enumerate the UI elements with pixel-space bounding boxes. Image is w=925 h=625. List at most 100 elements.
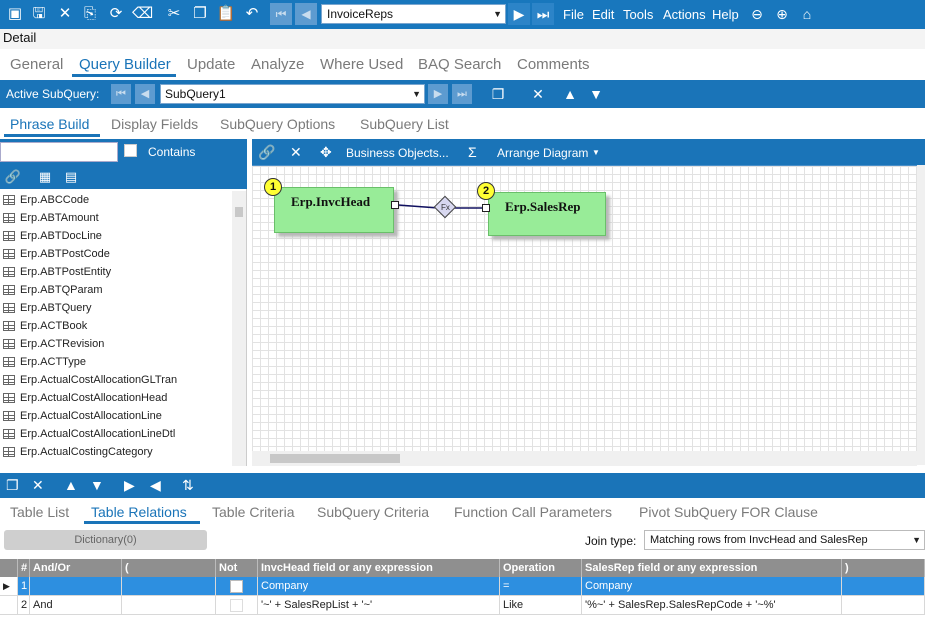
delete-icon[interactable]: ✕ — [32, 476, 44, 494]
join-type-select[interactable]: Matching rows from InvcHead and SalesRep… — [644, 530, 925, 550]
col-header-rparen[interactable]: ) — [842, 559, 925, 577]
delete-icon[interactable]: ✕ — [55, 4, 75, 24]
diagram-horizontal-scrollbar[interactable] — [252, 451, 917, 466]
calculator-icon[interactable]: ▦ — [36, 168, 54, 186]
move-down-icon[interactable]: ▼ — [90, 476, 104, 494]
tab-pivot-subquery[interactable]: Pivot SubQuery FOR Clause — [639, 504, 818, 520]
tab-display-fields[interactable]: Display Fields — [111, 116, 198, 132]
row-indicator[interactable]: ▶ — [0, 577, 18, 596]
col-header-right-field[interactable]: SalesRep field or any expression — [582, 559, 842, 577]
refresh-icon[interactable]: ⟳ — [106, 4, 126, 24]
cell-andor[interactable]: And — [30, 596, 122, 615]
link-icon[interactable]: 🔗 — [258, 143, 275, 161]
tab-table-criteria[interactable]: Table Criteria — [212, 504, 294, 520]
save-icon[interactable]: 🖫 — [29, 4, 49, 24]
cell-left-field[interactable]: Company — [258, 577, 500, 596]
connector-point[interactable] — [482, 204, 490, 212]
cell-lparen[interactable] — [122, 596, 216, 615]
tab-phrase-build[interactable]: Phrase Build — [10, 116, 89, 132]
cell-not[interactable] — [216, 596, 258, 615]
col-header-left-field[interactable]: InvcHead field or any expression — [258, 559, 500, 577]
arrange-diagram-button[interactable]: Arrange Diagram — [497, 146, 588, 160]
tab-subquery-list[interactable]: SubQuery List — [360, 116, 449, 132]
scroll-thumb[interactable] — [235, 207, 243, 217]
row-num[interactable]: 1 — [18, 577, 30, 596]
prev-subquery-icon[interactable]: ◀ — [135, 84, 155, 104]
connector-point[interactable] — [391, 201, 399, 209]
table-list-item[interactable]: Erp.ABTQParam — [0, 281, 232, 299]
undo-icon[interactable]: ↶ — [242, 4, 262, 24]
table-list-item[interactable]: Erp.ActualCostAllocationLine — [0, 407, 232, 425]
scroll-thumb[interactable] — [270, 454, 400, 463]
tab-baq-search[interactable]: BAQ Search — [418, 56, 501, 73]
col-header-andor[interactable]: And/Or — [30, 559, 122, 577]
table-list-item[interactable]: Erp.ACTType — [0, 353, 232, 371]
new-subquery-icon[interactable]: ❐ — [488, 84, 508, 104]
table-list-item[interactable]: Erp.ABTQuery — [0, 299, 232, 317]
table-list-item[interactable]: Erp.ABCCode — [0, 191, 232, 209]
menu-file[interactable]: File — [563, 7, 584, 22]
copy-icon[interactable]: ⎘ — [80, 4, 100, 24]
move-down-icon[interactable]: ▼ — [586, 84, 606, 104]
move-right-icon[interactable]: ▶ — [124, 476, 135, 494]
table-options-icon[interactable]: ▤ — [62, 168, 80, 186]
diagram-vertical-scrollbar[interactable] — [917, 165, 925, 465]
col-header-num[interactable]: # — [18, 559, 30, 577]
menu-tools[interactable]: Tools — [623, 7, 653, 22]
cell-lparen[interactable] — [122, 577, 216, 596]
chevron-down-icon[interactable]: ▼ — [592, 148, 600, 157]
first-subquery-icon[interactable]: ⏮ — [111, 84, 131, 104]
cell-rparen[interactable] — [842, 577, 925, 596]
menu-help[interactable]: Help — [712, 7, 739, 22]
menu-actions[interactable]: Actions — [663, 7, 706, 22]
col-header-not[interactable]: Not — [216, 559, 258, 577]
table-list-item[interactable]: Erp.ABTDocLine — [0, 227, 232, 245]
back-icon[interactable]: ⊖ — [747, 4, 767, 24]
tab-analyze[interactable]: Analyze — [251, 56, 304, 73]
cell-operation[interactable]: = — [500, 577, 582, 596]
next-record-icon[interactable]: ▶ — [508, 3, 530, 25]
cell-right-field[interactable]: '%~' + SalesRep.SalesRepCode + '~%' — [582, 596, 842, 615]
table-search-input[interactable] — [0, 142, 118, 162]
last-subquery-icon[interactable]: ⏭ — [452, 84, 472, 104]
cut-icon[interactable]: ✂ — [164, 4, 184, 24]
forward-icon[interactable]: ⊕ — [772, 4, 792, 24]
delete-icon[interactable]: ✕ — [290, 143, 302, 161]
tab-update[interactable]: Update — [187, 56, 235, 73]
tab-table-list[interactable]: Table List — [10, 504, 69, 520]
move-up-icon[interactable]: ▲ — [64, 476, 78, 494]
copy-clip-icon[interactable]: ❐ — [190, 4, 210, 24]
business-objects-button[interactable]: Business Objects... — [346, 146, 449, 160]
table-list-scrollbar[interactable] — [232, 191, 246, 466]
tab-where-used[interactable]: Where Used — [320, 56, 403, 73]
next-subquery-icon[interactable]: ▶ — [428, 84, 448, 104]
cell-not[interactable] — [216, 577, 258, 596]
move-up-icon[interactable]: ▲ — [560, 84, 580, 104]
tab-query-builder[interactable]: Query Builder — [79, 56, 171, 73]
table-list-item[interactable]: Erp.ActualCostAllocationLineDtl — [0, 425, 232, 443]
tab-subquery-options[interactable]: SubQuery Options — [220, 116, 335, 132]
last-record-icon[interactable]: ⏭ — [532, 3, 554, 25]
query-select[interactable]: InvoiceReps ▼ — [321, 4, 506, 24]
col-header-operation[interactable]: Operation — [500, 559, 582, 577]
tab-table-relations[interactable]: Table Relations — [91, 504, 187, 520]
home-icon[interactable]: ⌂ — [797, 4, 817, 24]
cell-andor[interactable] — [30, 577, 122, 596]
not-checkbox[interactable] — [230, 580, 243, 593]
table-list-item[interactable]: Erp.ActualCostAllocationHead — [0, 389, 232, 407]
subquery-select[interactable]: SubQuery1 ▼ — [160, 84, 425, 104]
table-list-item[interactable]: Erp.ActualCostAllocationGLTran — [0, 371, 232, 389]
move-left-icon[interactable]: ◀ — [150, 476, 161, 494]
prev-record-icon[interactable]: ◀ — [295, 3, 317, 25]
table-list-item[interactable]: Erp.ACTRevision — [0, 335, 232, 353]
dictionary-button[interactable]: Dictionary(0) — [4, 530, 207, 550]
contains-checkbox[interactable] — [124, 144, 137, 157]
menu-edit[interactable]: Edit — [592, 7, 614, 22]
cell-rparen[interactable] — [842, 596, 925, 615]
tab-comments[interactable]: Comments — [517, 56, 590, 73]
col-header-lparen[interactable]: ( — [122, 559, 216, 577]
not-checkbox[interactable] — [230, 599, 243, 612]
table-list-item[interactable]: Erp.ACTBook — [0, 317, 232, 335]
delete-subquery-icon[interactable]: ✕ — [528, 84, 548, 104]
business-objects-icon[interactable]: ✥ — [320, 143, 332, 161]
